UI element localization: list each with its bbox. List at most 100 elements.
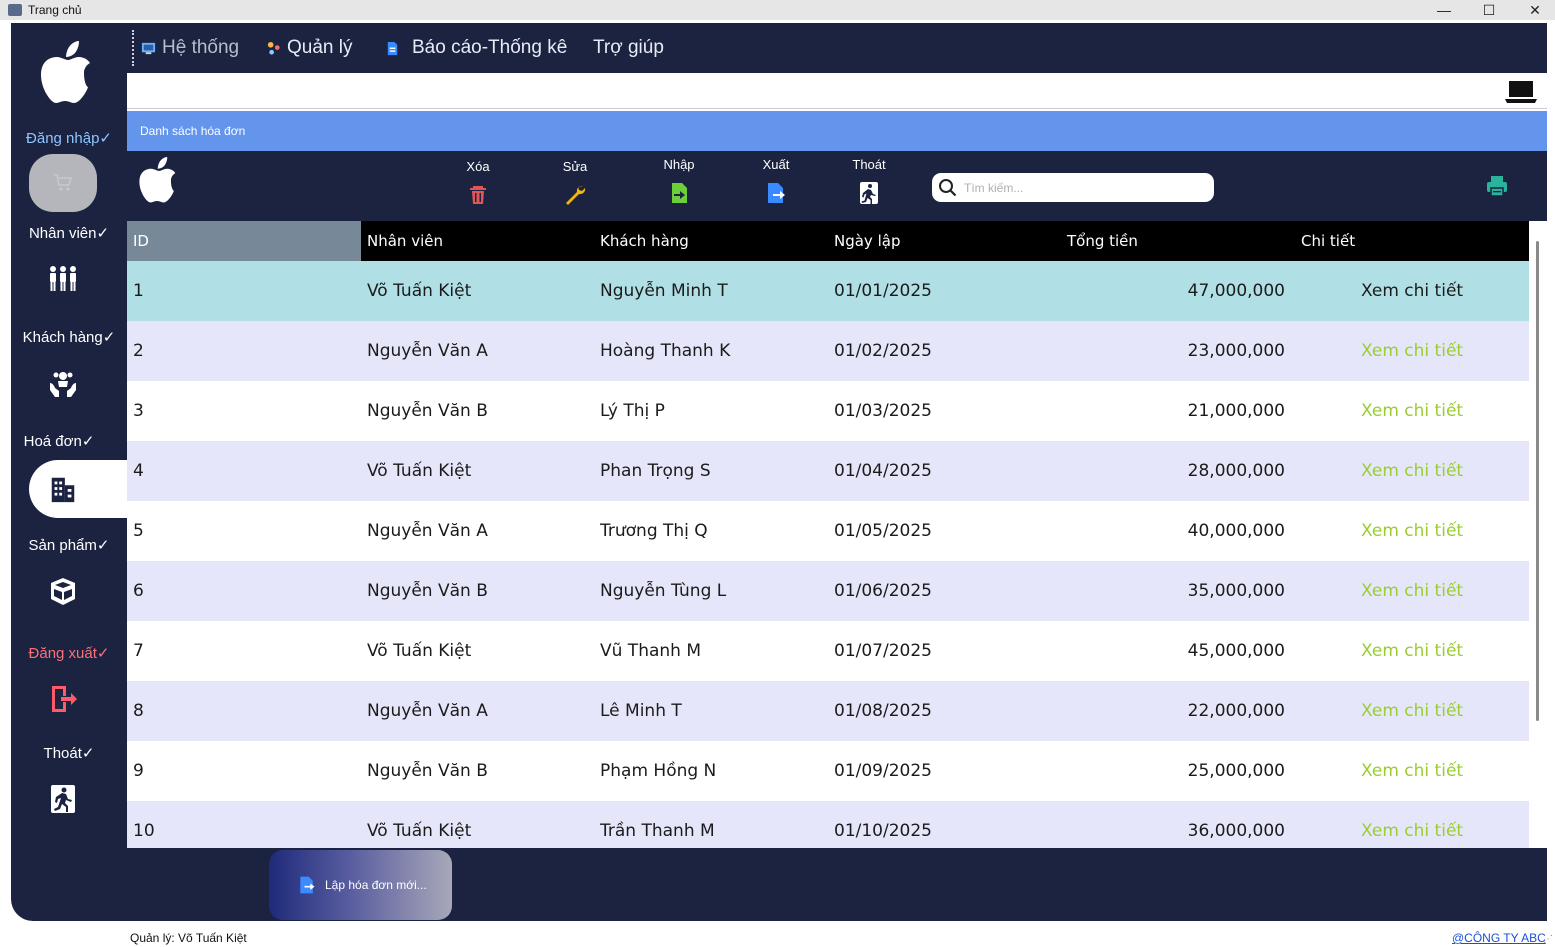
column-header-employee[interactable]: Nhân viên — [361, 221, 594, 261]
cell-total: 28,000,000 — [1187, 461, 1285, 481]
company-link[interactable]: @CÔNG TY ABC — [1452, 931, 1546, 945]
delete-button[interactable]: Xóa — [448, 159, 508, 210]
vertical-scrollbar[interactable] — [1529, 221, 1547, 848]
cell-customer: Hoàng Thanh K — [600, 341, 731, 361]
cell-detail-link[interactable]: Xem chi tiết — [1295, 381, 1529, 441]
login-button[interactable] — [29, 154, 97, 212]
table-row[interactable]: 2 Nguyễn Văn A Hoàng Thanh K 01/02/2025 23,0… — [127, 321, 1529, 381]
cell-detail-link[interactable]: Xem chi tiết — [1295, 621, 1529, 681]
cell-total: 35,000,000 — [1187, 581, 1285, 601]
delete-label: Xóa — [466, 159, 490, 174]
export-label: Xuất — [762, 157, 790, 172]
cell-detail-link[interactable]: Xem chi tiết — [1295, 261, 1529, 321]
edit-label: Sửa — [562, 159, 588, 174]
import-label: Nhập — [663, 157, 695, 172]
cell-total: 45,000,000 — [1187, 641, 1285, 661]
menu-system-label: Hệ thống — [162, 37, 240, 58]
cell-employee: Võ Tuấn Kiệt — [367, 641, 472, 661]
sidebar-item-employees[interactable]: Nhân viên✓ — [11, 224, 127, 242]
export-button[interactable]: Xuất — [746, 157, 806, 208]
exit-icon — [860, 182, 878, 204]
sidebar-item-login[interactable]: Đăng nhập✓ — [11, 129, 127, 147]
minimize-button[interactable]: — — [1421, 0, 1467, 20]
cell-id: 4 — [133, 461, 144, 481]
maximize-button[interactable]: ☐ — [1466, 0, 1512, 20]
table-row[interactable]: 1 Võ Tuấn Kiệt Nguyễn Minh T 01/01/2025 47,0… — [127, 261, 1529, 321]
cell-detail-link[interactable]: Xem chi tiết — [1295, 321, 1529, 381]
cell-detail-link[interactable]: Xem chi tiết — [1295, 561, 1529, 621]
sidebar-item-products[interactable]: Sản phẩm✓ — [11, 536, 127, 554]
menu-manage[interactable]: Quản lý — [266, 37, 352, 59]
sidebar-item-exit[interactable]: Thoát✓ — [11, 744, 127, 762]
cell-date: 01/01/2025 — [834, 281, 932, 301]
cell-customer: Lê Minh T — [600, 701, 682, 721]
scrollbar-thumb[interactable] — [1536, 241, 1539, 721]
cell-id: 5 — [133, 521, 144, 541]
sidebar-item-invoices[interactable]: Hoá đơn✓ — [1, 432, 117, 450]
column-header-customer[interactable]: Khách hàng — [594, 221, 828, 261]
menu-report-label: Báo cáo-Thống kê — [412, 37, 568, 58]
table-row[interactable]: 3 Nguyễn Văn B Lý Thị P 01/03/2025 21,000,00… — [127, 381, 1529, 441]
cart-icon — [54, 174, 72, 191]
column-header-date[interactable]: Ngày lập — [828, 221, 1061, 261]
cell-detail-link[interactable]: Xem chi tiết — [1295, 441, 1529, 501]
report-icon — [387, 41, 398, 55]
table-row[interactable]: 9 Nguyễn Văn B Phạm Hồng N 01/09/2025 25,000… — [127, 741, 1529, 801]
box-icon[interactable] — [45, 573, 81, 609]
building-icon[interactable] — [45, 471, 81, 507]
cell-detail-link[interactable]: Xem chi tiết — [1295, 501, 1529, 561]
close-button[interactable]: ✕ — [1512, 0, 1555, 20]
cell-date: 01/07/2025 — [834, 641, 932, 661]
table-row[interactable]: 4 Võ Tuấn Kiệt Phan Trọng S 01/04/2025 28,00… — [127, 441, 1529, 501]
cell-employee: Nguyễn Văn A — [367, 701, 488, 721]
cell-employee: Võ Tuấn Kiệt — [367, 821, 472, 841]
table-row[interactable]: 7 Võ Tuấn Kiệt Vũ Thanh M 01/07/2025 45,000,… — [127, 621, 1529, 681]
menu-system[interactable]: Hệ thống — [141, 37, 239, 59]
exit-tool-button[interactable]: Thoát — [839, 157, 899, 208]
bottom-panel: Lập hóa đơn mới... — [127, 848, 1547, 921]
cell-date: 01/02/2025 — [834, 341, 932, 361]
menu-help[interactable]: Trợ giúp — [593, 37, 664, 59]
cell-customer: Nguyễn Tùng L — [600, 581, 727, 601]
search-box[interactable] — [932, 173, 1214, 202]
cell-employee: Nguyễn Văn B — [367, 761, 488, 781]
menu-manage-label: Quản lý — [287, 37, 353, 58]
table-row[interactable]: 5 Nguyễn Văn A Trương Thị Q 01/05/2025 40,00… — [127, 501, 1529, 561]
column-header-total[interactable]: Tổng tiền — [1061, 221, 1295, 261]
cell-employee: Nguyễn Văn A — [367, 521, 488, 541]
cell-employee: Võ Tuấn Kiệt — [367, 281, 472, 301]
cell-total: 25,000,000 — [1187, 761, 1285, 781]
export-file-icon — [768, 183, 785, 203]
edit-button[interactable]: Sửa — [545, 159, 605, 210]
apple-logo-icon — [139, 157, 176, 203]
column-header-detail[interactable]: Chi tiết — [1295, 221, 1529, 261]
laptop-icon[interactable] — [1505, 79, 1537, 105]
search-input[interactable] — [964, 180, 1204, 195]
status-bar: Quản lý: Võ Tuấn Kiệt @CÔNG TY ABC ⋰ — [0, 921, 1555, 947]
table-row[interactable]: 6 Nguyễn Văn B Nguyễn Tùng L 01/06/2025 35,0… — [127, 561, 1529, 621]
table-row[interactable]: 10 Võ Tuấn Kiệt Trần Thanh M 01/10/2025 36,0… — [127, 801, 1529, 848]
cell-detail-link[interactable]: Xem chi tiết — [1295, 681, 1529, 741]
customer-icon[interactable] — [45, 365, 81, 401]
sidebar-item-customers[interactable]: Khách hàng✓ — [11, 328, 127, 346]
apple-logo-icon — [41, 41, 90, 103]
column-header-id[interactable]: ID — [127, 221, 361, 261]
new-invoice-button[interactable]: Lập hóa đơn mới... — [269, 850, 452, 920]
cell-detail-link[interactable]: Xem chi tiết — [1295, 801, 1529, 848]
sidebar-item-logout[interactable]: Đăng xuất✓ — [11, 644, 127, 662]
system-icon — [141, 42, 156, 54]
table-row[interactable]: 8 Nguyễn Văn A Lê Minh T 01/08/2025 22,000,0… — [127, 681, 1529, 741]
people-icon[interactable] — [45, 261, 81, 297]
exit-icon[interactable] — [45, 781, 81, 817]
cell-detail-link[interactable]: Xem chi tiết — [1295, 741, 1529, 801]
status-manager: Quản lý: Võ Tuấn Kiệt — [130, 931, 247, 945]
manage-icon — [267, 41, 280, 55]
resize-grip[interactable]: ⋰ — [1543, 934, 1553, 945]
menu-report[interactable]: Báo cáo-Thống kê — [385, 37, 567, 59]
import-button[interactable]: Nhập — [649, 157, 709, 208]
logout-icon[interactable] — [45, 681, 81, 717]
cell-date: 01/03/2025 — [834, 401, 932, 421]
cell-employee: Nguyễn Văn B — [367, 401, 488, 421]
printer-icon[interactable] — [1485, 174, 1509, 198]
cell-customer: Phan Trọng S — [600, 461, 711, 481]
